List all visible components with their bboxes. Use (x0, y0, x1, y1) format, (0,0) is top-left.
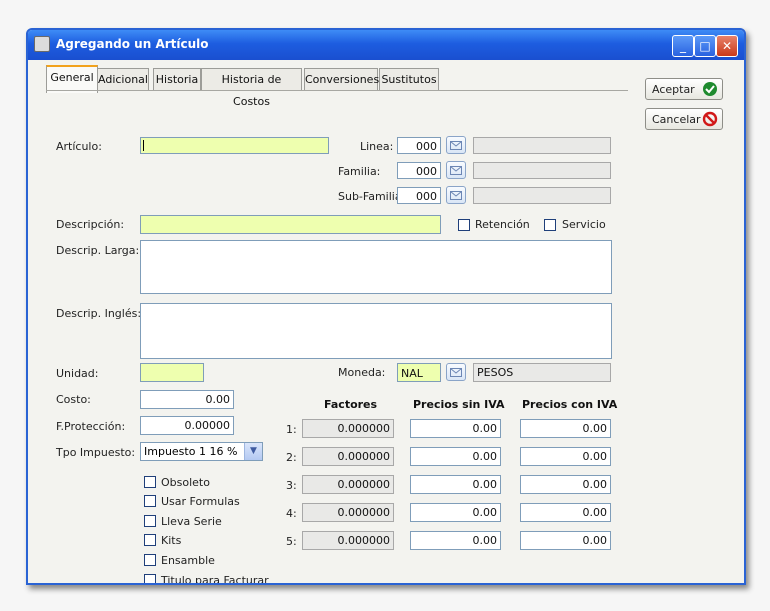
lleva-serie-checkbox[interactable] (144, 515, 156, 527)
kits-checkbox[interactable] (144, 534, 156, 546)
window-title: Agregando un Artículo (56, 37, 209, 51)
precio-sin-iva-input[interactable]: 0.00 (410, 419, 501, 438)
usar-formulas-checkbox[interactable] (144, 495, 156, 507)
precio-con-iva-input[interactable]: 0.00 (520, 475, 611, 494)
fproteccion-input[interactable]: 0.00000 (140, 416, 234, 435)
precio-sin-iva-input[interactable]: 0.00 (410, 475, 501, 494)
familia-lookup-button[interactable] (446, 161, 466, 179)
descrip-ingles-label: Descrip. Inglés: (56, 307, 142, 320)
fproteccion-label: F.Protección: (56, 420, 126, 433)
factores-header: Factores (324, 398, 378, 411)
tpo-impuesto-label: Tpo Impuesto: (56, 446, 136, 459)
familia-label: Familia: (338, 165, 381, 178)
kits-label: Kits (161, 534, 182, 547)
descripcion-label: Descripción: (56, 218, 125, 231)
retencion-label: Retención (475, 218, 530, 231)
articulo-input[interactable] (140, 137, 329, 154)
titulo-facturar-checkbox[interactable] (144, 574, 156, 583)
precio-con-iva-input[interactable]: 0.00 (520, 531, 611, 550)
precio-sin-iva-input[interactable]: 0.00 (410, 531, 501, 550)
dialog-body: General Adicional Historia Historia de C… (28, 60, 744, 583)
precio-con-iva-input[interactable]: 0.00 (520, 419, 611, 438)
factor-input[interactable]: 0.000000 (302, 419, 394, 438)
subfamilia-input[interactable]: 000 (397, 187, 441, 204)
price-row-label: 1: (286, 423, 297, 436)
price-row-label: 5: (286, 535, 297, 548)
tab-adicional[interactable]: Adicional (97, 68, 149, 91)
close-button[interactable]: ✕ (716, 35, 738, 57)
factor-input[interactable]: 0.000000 (302, 531, 394, 550)
unidad-input[interactable] (140, 363, 204, 382)
tpo-impuesto-value: Impuesto 1 16 % (144, 445, 238, 458)
precios-con-iva-header: Precios con IVA (522, 398, 618, 411)
cancel-button[interactable]: Cancelar (645, 108, 723, 130)
linea-input[interactable]: 000 (397, 137, 441, 154)
moneda-description: PESOS (473, 363, 611, 382)
precio-con-iva-input[interactable]: 0.00 (520, 447, 611, 466)
accept-label: Aceptar (652, 83, 695, 96)
linea-label: Linea: (360, 140, 394, 153)
text-caret (143, 140, 144, 151)
factor-input[interactable]: 0.000000 (302, 447, 394, 466)
tab-divider (46, 90, 628, 91)
tab-general[interactable]: General (46, 65, 98, 93)
obsoleto-checkbox[interactable] (144, 476, 156, 488)
tpo-impuesto-select[interactable]: Impuesto 1 16 % ▼ (140, 442, 263, 461)
servicio-label: Servicio (562, 218, 606, 231)
precio-sin-iva-input[interactable]: 0.00 (410, 447, 501, 466)
usar-formulas-label: Usar Formulas (161, 495, 240, 508)
factor-input[interactable]: 0.000000 (302, 475, 394, 494)
envelope-icon (450, 191, 462, 200)
title-bar[interactable]: Agregando un Artículo _ □ ✕ (28, 30, 744, 60)
prohibited-icon (702, 111, 718, 127)
price-row-label: 2: (286, 451, 297, 464)
app-icon (34, 36, 50, 52)
precio-sin-iva-input[interactable]: 0.00 (410, 503, 501, 522)
descrip-ingles-textarea[interactable] (140, 303, 612, 359)
tab-conversiones[interactable]: Conversiones (304, 68, 379, 91)
maximize-button[interactable]: □ (694, 35, 716, 57)
familia-description (473, 162, 611, 179)
subfamilia-label: Sub-Familia: (338, 190, 406, 203)
tab-sustitutos[interactable]: Sustitutos (379, 68, 439, 91)
titulo-facturar-label: Titulo para Facturar (161, 574, 269, 585)
envelope-icon (450, 166, 462, 175)
ensamble-checkbox[interactable] (144, 554, 156, 566)
retencion-checkbox[interactable] (458, 219, 470, 231)
subfamilia-lookup-button[interactable] (446, 186, 466, 204)
moneda-input[interactable]: NAL (397, 363, 441, 382)
envelope-icon (450, 141, 462, 150)
price-row-label: 3: (286, 479, 297, 492)
dialog-window: Agregando un Artículo _ □ ✕ General Adic… (26, 28, 746, 585)
check-icon (703, 82, 717, 96)
tab-historia[interactable]: Historia (153, 68, 201, 91)
descrip-larga-label: Descrip. Larga: (56, 244, 140, 257)
costo-label: Costo: (56, 393, 91, 406)
precio-con-iva-input[interactable]: 0.00 (520, 503, 611, 522)
subfamilia-description (473, 187, 611, 204)
cancel-label: Cancelar (652, 113, 701, 126)
descripcion-input[interactable] (140, 215, 441, 234)
ensamble-label: Ensamble (161, 554, 215, 567)
factor-input[interactable]: 0.000000 (302, 503, 394, 522)
accept-button[interactable]: Aceptar (645, 78, 723, 100)
linea-lookup-button[interactable] (446, 136, 466, 154)
lleva-serie-label: Lleva Serie (161, 515, 222, 528)
unidad-label: Unidad: (56, 367, 99, 380)
servicio-checkbox[interactable] (544, 219, 556, 231)
articulo-label: Artículo: (56, 140, 102, 153)
minimize-button[interactable]: _ (672, 35, 694, 57)
costo-input[interactable]: 0.00 (140, 390, 234, 409)
moneda-label: Moneda: (338, 366, 386, 379)
linea-description (473, 137, 611, 154)
familia-input[interactable]: 000 (397, 162, 441, 179)
envelope-icon (450, 368, 462, 377)
chevron-down-icon: ▼ (244, 443, 262, 460)
obsoleto-label: Obsoleto (161, 476, 210, 489)
price-row-label: 4: (286, 507, 297, 520)
tab-historia-costos[interactable]: Historia de Costos (201, 68, 302, 108)
precios-sin-iva-header: Precios sin IVA (413, 398, 505, 411)
moneda-lookup-button[interactable] (446, 363, 466, 381)
descrip-larga-textarea[interactable] (140, 240, 612, 294)
